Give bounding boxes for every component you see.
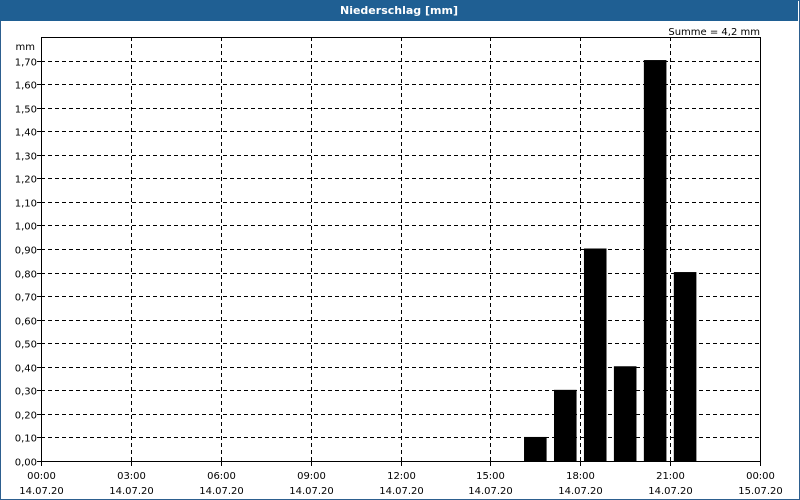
- y-tick-label: 0,50: [15, 340, 37, 351]
- x-tick-date-label: 14.07.20: [199, 486, 244, 497]
- y-tick-label: 0,10: [15, 434, 37, 445]
- precipitation-bar: [643, 60, 667, 462]
- x-tick-time-label: 09:00: [297, 471, 326, 482]
- y-tick-label: 1,60: [15, 81, 37, 92]
- x-tick-date-label: 14.07.20: [289, 486, 334, 497]
- x-tick-time-label: 03:00: [117, 471, 146, 482]
- y-tick-label: 0,00: [15, 458, 37, 469]
- y-tick-label: 0,90: [15, 246, 37, 257]
- y-tick-label: 1,50: [15, 105, 37, 116]
- y-axis-label: mm: [16, 42, 35, 53]
- sum-label: Summe = 4,2 mm: [668, 27, 760, 38]
- x-axis: 00:00 14.07.20 03:00 14.07.20 06:00 14.07.20 0…: [19, 461, 783, 497]
- precipitation-bar: [673, 272, 697, 462]
- y-tick-label: 0,70: [15, 293, 37, 304]
- x-tick-time-label: 12:00: [387, 471, 416, 482]
- y-tick-label: 1,10: [15, 199, 37, 210]
- precipitation-bar: [553, 389, 577, 462]
- precipitation-bar: [524, 436, 547, 462]
- y-tick-label: 1,20: [15, 175, 37, 186]
- precipitation-bar: [613, 366, 637, 462]
- x-tick-date-label: 14.07.20: [648, 486, 693, 497]
- y-tick-label: 0,80: [15, 270, 37, 281]
- x-tick-date-label: 15.07.20: [738, 486, 783, 497]
- y-tick-label: 1,00: [15, 222, 37, 233]
- x-tick-time-label: 00:00: [27, 471, 56, 482]
- chart-svg: 0,00 0,10 0,20 0,30 0,40 0,50 0,60 0,70 0,80 0,90…: [15, 27, 783, 497]
- x-tick-date-label: 14.07.20: [379, 486, 424, 497]
- x-tick-date-label: 14.07.20: [109, 486, 154, 497]
- y-tick-label: 0,40: [15, 364, 37, 375]
- y-tick-label: 1,40: [15, 128, 37, 139]
- x-tick-date-label: 14.07.20: [468, 486, 513, 497]
- x-tick-date-label: 14.07.20: [19, 486, 64, 497]
- y-tick-label: 0,60: [15, 317, 37, 328]
- y-tick-label: 1,70: [15, 58, 37, 69]
- x-tick-time-label: 18:00: [566, 471, 595, 482]
- x-tick-time-label: 00:00: [746, 471, 775, 482]
- x-tick-date-label: 14.07.20: [558, 486, 603, 497]
- bar-series: [524, 60, 697, 462]
- x-tick-time-label: 06:00: [207, 471, 236, 482]
- y-tick-label: 0,20: [15, 411, 37, 422]
- x-tick-time-label: 21:00: [656, 471, 685, 482]
- y-tick-label: 0,30: [15, 387, 37, 398]
- y-tick-label: 1,30: [15, 152, 37, 163]
- y-axis: 0,00 0,10 0,20 0,30 0,40 0,50 0,60 0,70 0,80 0,90…: [15, 58, 41, 469]
- precipitation-bar: [583, 248, 607, 462]
- x-tick-time-label: 15:00: [476, 471, 505, 482]
